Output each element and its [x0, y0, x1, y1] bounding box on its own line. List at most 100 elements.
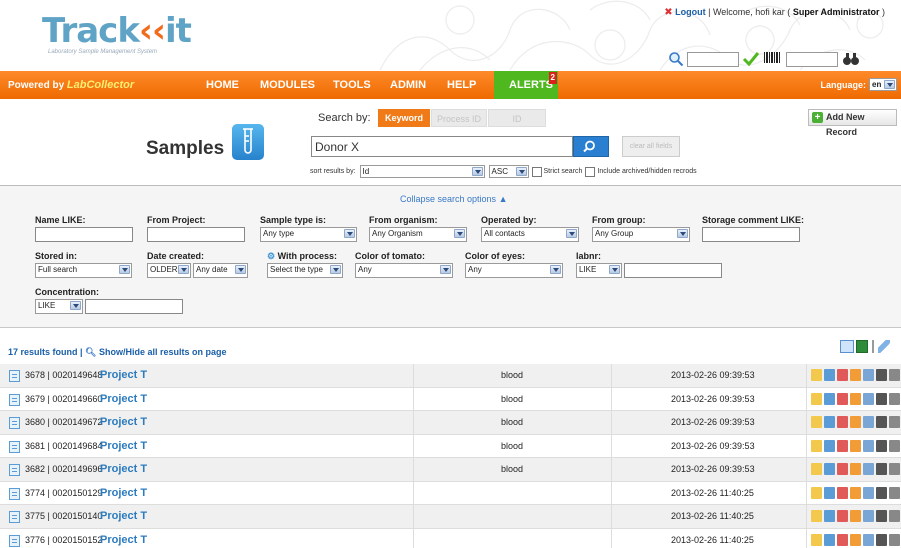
add-new-record-button[interactable]: + Add New Record [808, 109, 897, 137]
barcode-icon[interactable] [876, 463, 887, 475]
project-link[interactable]: Project T [100, 510, 147, 522]
trackit-logo[interactable]: Track‹‹it Laboratory Sample Management S… [42, 14, 192, 55]
copy-icon[interactable] [824, 416, 835, 428]
copy-icon[interactable] [824, 486, 835, 499]
excel-export-icon[interactable] [856, 340, 868, 353]
chart-icon[interactable] [863, 486, 874, 499]
table-row[interactable]: 3776 | 0020150152 Project T 2013-02-26 11:… [0, 528, 901, 548]
print-icon[interactable] [837, 533, 848, 546]
table-row[interactable]: 3681 | 0020149684 Project T blood 2013-02-2… [0, 434, 901, 458]
folder-icon[interactable] [850, 439, 861, 452]
sample-doc-icon[interactable] [9, 417, 20, 429]
sample-doc-icon[interactable] [9, 487, 20, 500]
print-icon[interactable] [837, 392, 848, 405]
gear-icon[interactable] [889, 463, 900, 475]
language-select[interactable]: en [869, 78, 897, 91]
search-button[interactable] [573, 136, 609, 157]
chart-icon[interactable] [863, 416, 874, 428]
copy-icon[interactable] [824, 392, 835, 405]
color-eyes-select[interactable]: Any [465, 263, 563, 278]
chart-icon[interactable] [863, 510, 874, 522]
project-link[interactable]: Project T [100, 487, 147, 499]
binoculars-icon[interactable] [842, 51, 860, 67]
edit-icon[interactable] [811, 533, 822, 546]
folder-icon[interactable] [850, 392, 861, 405]
edit-icon[interactable] [811, 510, 822, 522]
collapse-search-options[interactable]: Collapse search options ▲ [400, 194, 508, 204]
sample-doc-icon[interactable] [9, 370, 20, 382]
table-row[interactable]: 3678 | 0020149648 Project T blood 2013-02-2… [0, 364, 901, 388]
checkmark-icon[interactable] [742, 51, 760, 67]
barcode-input[interactable] [786, 51, 838, 67]
logout-icon[interactable]: ✖ [664, 7, 672, 18]
labnr-input[interactable] [624, 263, 722, 278]
sample-doc-icon[interactable] [9, 393, 20, 406]
copy-icon[interactable] [824, 510, 835, 522]
table-row[interactable]: 3774 | 0020150129 Project T 2013-02-26 11:… [0, 481, 901, 505]
include-archived-checkbox[interactable] [585, 166, 596, 177]
barcode-icon[interactable] [876, 533, 887, 546]
storage-comment-input[interactable] [702, 227, 800, 242]
nav-home[interactable]: HOME [206, 79, 239, 91]
show-hide-all-link[interactable]: Show/Hide all results on page [99, 347, 227, 357]
project-link[interactable]: Project T [100, 534, 147, 546]
project-link[interactable]: Project T [100, 416, 147, 428]
barcode-icon[interactable] [876, 369, 887, 381]
operated-by-select[interactable]: All contacts [481, 227, 579, 242]
sample-doc-icon[interactable] [9, 534, 20, 547]
chart-icon[interactable] [863, 369, 874, 381]
edit-icon[interactable] [811, 463, 822, 475]
folder-icon[interactable] [850, 416, 861, 428]
sample-doc-icon[interactable] [9, 464, 20, 476]
edit-icon[interactable] [811, 486, 822, 499]
folder-icon[interactable] [850, 486, 861, 499]
copy-icon[interactable] [824, 533, 835, 546]
group-select[interactable]: Any Group [592, 227, 690, 242]
nav-alerts[interactable]: ALERTS 2 [494, 71, 558, 99]
chart-icon[interactable] [863, 392, 874, 405]
nav-tools[interactable]: TOOLS [333, 79, 371, 91]
sort-field-select[interactable]: Id [359, 165, 485, 178]
quick-search-input[interactable] [687, 51, 739, 67]
sort-order-select[interactable]: ASC [488, 165, 529, 178]
table-row[interactable]: 3775 | 0020150140 Project T 2013-02-26 11:… [0, 505, 901, 529]
concentration-input[interactable] [85, 299, 183, 314]
date-operator-select[interactable]: OLDER [147, 263, 191, 278]
gear-icon[interactable] [889, 510, 900, 522]
gear-icon[interactable] [889, 416, 900, 428]
sample-doc-icon[interactable] [9, 440, 20, 453]
barcode-icon[interactable] [876, 439, 887, 452]
labcollector-brand[interactable]: LabCollector [67, 79, 134, 91]
folder-icon[interactable] [850, 369, 861, 381]
gear-icon[interactable] [889, 439, 900, 452]
table-row[interactable]: 3679 | 0020149660 Project T blood 2013-02-2… [0, 387, 901, 411]
sample-doc-icon[interactable] [9, 511, 20, 523]
sample-type-select[interactable]: Any type [260, 227, 357, 242]
nav-admin[interactable]: ADMIN [390, 79, 426, 91]
labnr-operator-select[interactable]: LIKE [576, 263, 622, 278]
project-link[interactable]: Project T [100, 369, 147, 381]
list-view-icon[interactable] [840, 340, 854, 353]
copy-icon[interactable] [824, 439, 835, 452]
table-row[interactable]: 3680 | 0020149672 Project T blood 2013-02-2… [0, 411, 901, 435]
print-icon[interactable] [837, 510, 848, 522]
concentration-operator-select[interactable]: LIKE [35, 299, 83, 314]
date-select[interactable]: Any date [193, 263, 248, 278]
print-icon[interactable] [837, 416, 848, 428]
folder-icon[interactable] [850, 463, 861, 475]
copy-icon[interactable] [824, 463, 835, 475]
process-select[interactable]: Select the type [267, 263, 343, 278]
edit-icon[interactable] [811, 369, 822, 381]
barcode-icon[interactable] [876, 510, 887, 522]
pen-icon[interactable] [878, 340, 890, 353]
project-link[interactable]: Project T [100, 393, 147, 405]
color-tomato-select[interactable]: Any [355, 263, 453, 278]
barcode-icon[interactable] [876, 392, 887, 405]
edit-icon[interactable] [811, 392, 822, 405]
strict-search-checkbox[interactable] [531, 166, 542, 177]
chart-icon[interactable] [863, 463, 874, 475]
barcode-icon[interactable] [876, 416, 887, 428]
tab-id[interactable]: ID [488, 109, 546, 127]
tab-keyword[interactable]: Keyword [378, 109, 430, 127]
print-icon[interactable] [837, 369, 848, 381]
